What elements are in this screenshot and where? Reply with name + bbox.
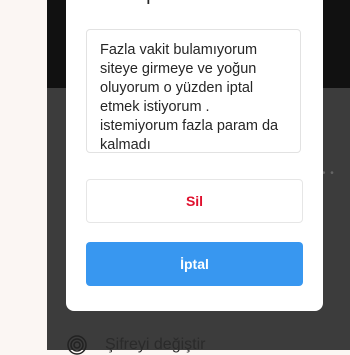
more-options-icon: • • — [322, 168, 335, 179]
reason-textarea[interactable]: Fazla vakit bulamıyorum siteye girmeye v… — [86, 29, 301, 153]
cancel-button[interactable]: İptal — [86, 242, 303, 286]
fingerprint-icon — [67, 335, 87, 355]
delete-button[interactable]: Sil — [86, 179, 303, 223]
dialog-title: İptal sebebi: — [66, 0, 323, 8]
cancel-dialog: İptal sebebi: Fazla vakit bulamıyorum si… — [66, 0, 323, 311]
menu-item-change-password: Şifreyi değiştir — [47, 325, 350, 355]
menu-item-label: Şifreyi değiştir — [105, 336, 206, 353]
